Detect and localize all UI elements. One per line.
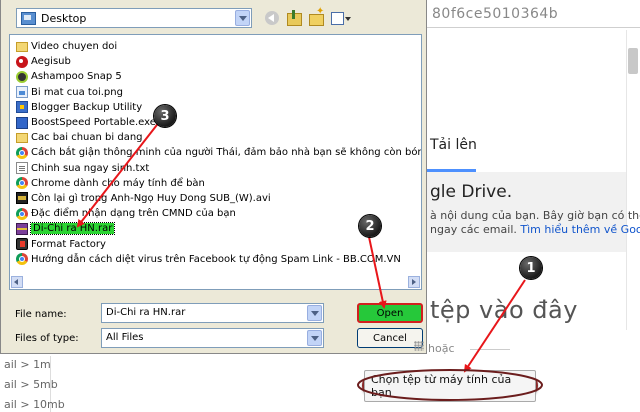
file-list-item-name: BoostSpeed Portable.exe: [31, 117, 156, 129]
drop-zone-text: tệp vào đây: [430, 296, 578, 324]
file-name-value: Di-Chi ra HN.rar: [106, 307, 186, 318]
file-list-item[interactable]: Bi mat cua toi.png: [16, 85, 419, 100]
url-fragment: 80f6ce5010364b: [426, 2, 640, 28]
file-list-item-name: Di-Chi ra HN.rar: [29, 222, 116, 236]
file-type-label: Files of type:: [15, 333, 79, 344]
file-list-item-name: Blogger Backup Utility: [31, 101, 143, 113]
ashampoo-icon: [16, 70, 28, 83]
file-list-item-name: Đặc điểm nhận dạng trên CMND của bạn: [31, 208, 236, 220]
avi-file-icon: [16, 192, 28, 205]
file-list-item[interactable]: Cac bai chuan bi dang: [16, 130, 419, 145]
file-items: Video chuyen doi Aegisub Ashampoo Snap 5 Bi…: [16, 39, 421, 267]
filter-item[interactable]: ail > 10mb: [4, 398, 65, 411]
chrome-icon: [16, 146, 28, 159]
file-list-item[interactable]: Chrome dành cho máy tính để bàn: [16, 176, 419, 191]
file-list-item[interactable]: Còn lại gì trong Anh-Ngọ Huy Dong SUB_(W…: [16, 191, 419, 206]
file-list-item-name: Ashampoo Snap 5: [31, 71, 122, 83]
file-list[interactable]: Video chuyen doi Aegisub Ashampoo Snap 5 Bi…: [9, 34, 422, 290]
open-button[interactable]: Open: [357, 303, 423, 323]
look-in-value: Desktop: [41, 12, 87, 25]
page-scrollbar[interactable]: [626, 30, 640, 330]
file-list-item-name: Cách bắt giận thông minh của người Thái,…: [31, 147, 421, 159]
drive-description-text: ngay các email.: [430, 223, 521, 236]
choose-file-button[interactable]: Chọn tệp từ máy tính của bạn: [362, 369, 538, 402]
resize-grip-icon[interactable]: [414, 341, 424, 351]
learn-more-link[interactable]: Tìm hiểu thêm về Goog: [520, 223, 640, 236]
file-list-item-name: Cac bai chuan bi dang: [31, 132, 143, 144]
file-list-item[interactable]: Ashampoo Snap 5: [16, 69, 419, 84]
file-list-item[interactable]: Blogger Backup Utility: [16, 100, 419, 115]
file-list-item-name: Chrome dành cho máy tính để bàn: [31, 177, 205, 189]
file-name-input[interactable]: Di-Chi ra HN.rar: [101, 303, 324, 323]
scroll-right-icon[interactable]: [408, 276, 420, 288]
file-list-item-name: Còn lại gì trong Anh-Ngọ Huy Dong SUB_(W…: [31, 192, 271, 204]
file-list-item-name: Format Factory: [31, 238, 106, 250]
file-list-item[interactable]: Chinh sua ngay sinh.txt: [16, 161, 419, 176]
left-filter-panel: ail > 1m ail > 5mb ail > 10mb: [0, 356, 65, 412]
file-list-item-name: Video chuyen doi: [31, 41, 118, 53]
step-2-badge: 2: [359, 215, 381, 237]
chrome-icon: [16, 253, 28, 266]
chevron-down-icon[interactable]: [307, 305, 322, 321]
or-separator-line: [470, 349, 510, 350]
file-list-item[interactable]: Đặc điểm nhận dạng trên CMND của bạn: [16, 206, 419, 221]
scroll-left-icon[interactable]: [11, 276, 23, 288]
file-list-item[interactable]: Format Factory: [16, 236, 419, 251]
folder-icon: [16, 132, 28, 143]
open-file-dialog: Desktop Video chuyen doi Aegisub Ashampoo …: [0, 0, 427, 354]
file-list-item[interactable]: BoostSpeed Portable.exe: [16, 115, 419, 130]
drive-description-line1: à nội dung của bạn. Bây giờ bạn có thể: [430, 209, 640, 222]
page-scrollbar-thumb[interactable]: [628, 48, 638, 74]
file-list-item[interactable]: Aegisub: [16, 54, 419, 69]
blogger-backup-icon: [16, 101, 28, 114]
back-icon[interactable]: [263, 9, 281, 27]
file-type-select[interactable]: All Files: [101, 328, 324, 348]
tab-upload[interactable]: Tải lên: [430, 137, 477, 153]
filter-item[interactable]: ail > 1m: [4, 358, 51, 371]
desktop-icon: [21, 12, 36, 25]
file-list-item-name: Bi mat cua toi.png: [31, 86, 123, 98]
drive-heading: gle Drive.: [430, 182, 513, 202]
aegisub-icon: [16, 55, 28, 68]
choose-file-label: Chọn tệp từ máy tính của bạn: [364, 369, 536, 402]
step-3-badge: 3: [154, 105, 176, 127]
new-folder-icon[interactable]: [307, 6, 325, 27]
txt-file-icon: [16, 162, 28, 175]
format-factory-icon: [16, 238, 28, 251]
chrome-icon: [16, 207, 28, 220]
drive-description-line2: ngay các email. Tìm hiểu thêm về Goog: [430, 223, 640, 236]
chrome-icon: [16, 177, 28, 190]
chevron-down-icon[interactable]: [307, 330, 322, 346]
file-type-value: All Files: [106, 332, 144, 343]
step-1-badge: 1: [520, 257, 542, 279]
file-list-item-name: Hướng dẫn cách diệt virus trên Facebook …: [31, 253, 401, 265]
exe-file-icon: [16, 116, 28, 129]
filter-item[interactable]: ail > 5mb: [4, 378, 58, 391]
folder-icon: [16, 41, 28, 52]
look-in-dropdown[interactable]: Desktop: [16, 8, 252, 28]
png-file-icon: [16, 86, 28, 99]
chevron-down-icon[interactable]: [235, 10, 250, 26]
file-list-item-name: Chinh sua ngay sinh.txt: [31, 162, 150, 174]
file-list-item[interactable]: Hướng dẫn cách diệt virus trên Facebook …: [16, 252, 419, 267]
up-folder-icon[interactable]: [285, 9, 303, 27]
view-menu-icon[interactable]: [329, 9, 351, 27]
rar-file-icon: [16, 222, 28, 235]
file-list-item[interactable]: Video chuyen doi: [16, 39, 419, 54]
file-name-label: File name:: [15, 309, 67, 320]
or-separator: hoặc: [428, 342, 455, 355]
file-list-item[interactable]: Cách bắt giận thông minh của người Thái,…: [16, 145, 421, 160]
file-list-item-name: Aegisub: [31, 56, 71, 68]
